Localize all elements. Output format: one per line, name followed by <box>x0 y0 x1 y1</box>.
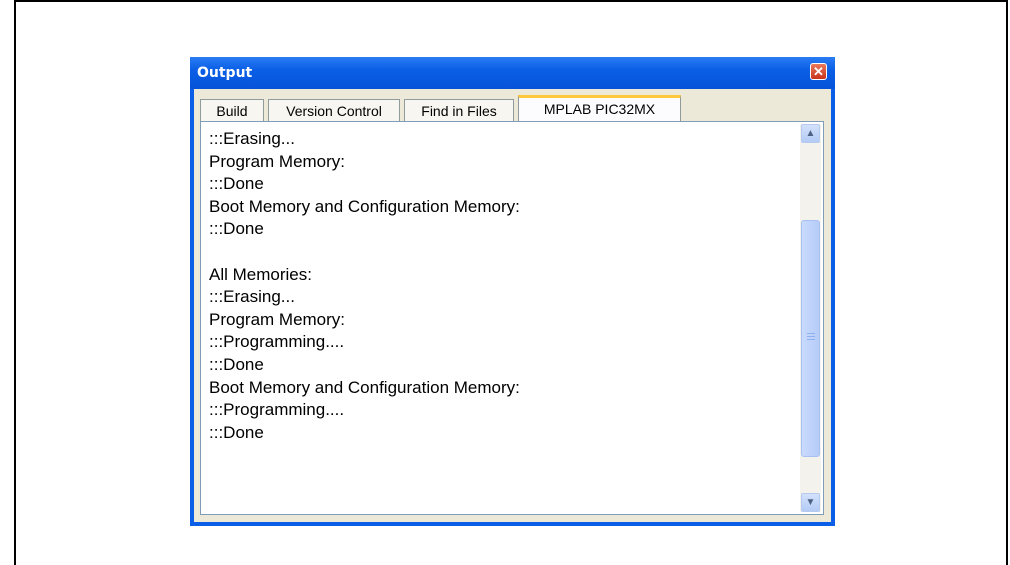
output-line: :::Erasing... <box>209 287 295 307</box>
tab-find-in-files[interactable]: Find in Files <box>404 99 514 121</box>
tab-mplab-pic32mx[interactable]: MPLAB PIC32MX <box>518 95 681 122</box>
output-panel: :::Erasing... Program Memory: :::Done Bo… <box>200 121 824 515</box>
grip-icon <box>807 333 815 340</box>
output-line: :::Done <box>209 174 264 194</box>
output-line: :::Done <box>209 422 264 442</box>
close-icon: ✕ <box>813 64 824 79</box>
window-body: Build Version Control Find in Files MPLA… <box>194 89 831 522</box>
chevron-up-icon: ▲ <box>805 128 816 139</box>
output-line: Program Memory: <box>209 309 346 329</box>
tab-build[interactable]: Build <box>200 99 264 121</box>
vertical-scrollbar[interactable]: ▲ ▼ <box>800 124 821 512</box>
output-line: :::Programming.... <box>209 400 345 420</box>
output-line: Boot Memory and Configuration Memory: <box>209 196 520 216</box>
scroll-down-button[interactable]: ▼ <box>801 493 820 512</box>
output-line: Boot Memory and Configuration Memory: <box>209 377 520 397</box>
output-window: Output ✕ Build Version Control Find in F… <box>190 57 835 526</box>
title-bar[interactable]: Output ✕ <box>190 57 835 89</box>
scroll-up-button[interactable]: ▲ <box>801 124 820 143</box>
output-line: All Memories: <box>209 264 312 284</box>
output-line: :::Erasing... <box>209 129 295 148</box>
scrollbar-thumb[interactable] <box>801 220 820 457</box>
output-line: :::Done <box>209 219 264 239</box>
tab-version-control[interactable]: Version Control <box>268 99 400 121</box>
chevron-down-icon: ▼ <box>805 497 816 508</box>
output-line: :::Programming.... <box>209 332 345 352</box>
output-line: :::Done <box>209 354 264 374</box>
close-button[interactable]: ✕ <box>810 63 827 80</box>
window-title: Output <box>197 65 253 81</box>
output-line: Program Memory: <box>209 151 346 171</box>
output-text-area[interactable]: :::Erasing... Program Memory: :::Done Bo… <box>209 128 791 508</box>
